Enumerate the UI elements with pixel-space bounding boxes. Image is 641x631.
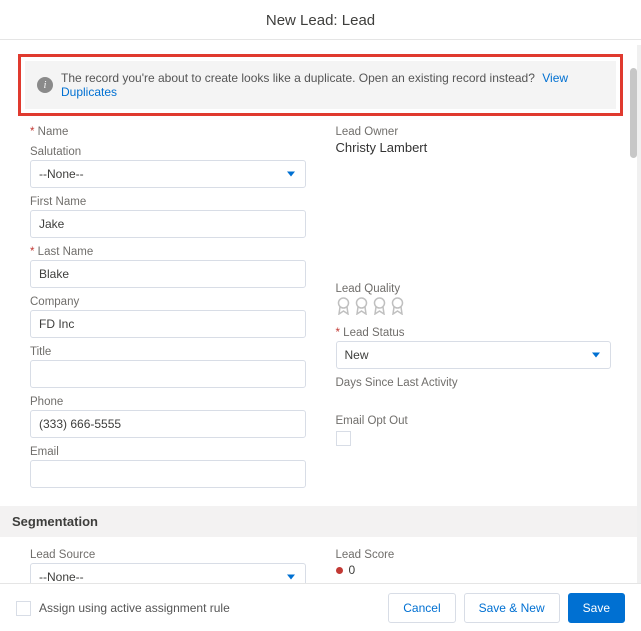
scrollbar-thumb[interactable] — [630, 68, 637, 158]
ribbon-icon — [336, 297, 351, 315]
info-icon: i — [37, 77, 53, 93]
quality-label: Lead Quality — [336, 283, 612, 295]
lead-score-value: 0 — [349, 563, 356, 577]
quality-badges — [336, 297, 612, 315]
lead-source-value: --None-- — [39, 570, 84, 584]
last-name-input[interactable] — [30, 260, 306, 288]
title-input[interactable] — [30, 360, 306, 388]
company-input[interactable] — [30, 310, 306, 338]
save-button[interactable]: Save — [568, 593, 625, 623]
segmentation-header: Segmentation — [0, 506, 641, 537]
first-name-label: First Name — [30, 196, 306, 208]
last-name-label: Last Name — [30, 246, 306, 258]
phone-input[interactable] — [30, 410, 306, 438]
ribbon-icon — [372, 297, 387, 315]
owner-name: Christy Lambert — [336, 140, 612, 155]
ribbon-icon — [354, 297, 369, 315]
owner-label: Lead Owner — [336, 126, 612, 138]
modal-footer: Assign using active assignment rule Canc… — [0, 583, 641, 631]
duplicate-banner: i The record you're about to create look… — [25, 61, 616, 109]
optout-checkbox[interactable] — [336, 431, 351, 446]
email-input[interactable] — [30, 460, 306, 488]
banner-text: The record you're about to create looks … — [61, 71, 604, 99]
lead-score-label: Lead Score — [336, 549, 612, 561]
salutation-select[interactable]: --None-- — [30, 160, 306, 188]
right-column: Lead Owner Christy Lambert Lead Quality … — [336, 126, 612, 496]
banner-message: The record you're about to create looks … — [61, 71, 535, 85]
cancel-button[interactable]: Cancel — [388, 593, 455, 623]
title-label: Title — [30, 346, 306, 358]
ribbon-icon — [390, 297, 405, 315]
left-column: Name Salutation --None-- First Name Last… — [30, 126, 306, 496]
lead-score-value-row: 0 — [336, 563, 612, 577]
duplicate-banner-highlight: i The record you're about to create look… — [18, 54, 623, 116]
lead-source-label: Lead Source — [30, 549, 306, 561]
phone-label: Phone — [30, 396, 306, 408]
salutation-label: Salutation — [30, 146, 306, 158]
status-label: Lead Status — [336, 327, 612, 339]
status-value: New — [345, 348, 369, 362]
first-name-input[interactable] — [30, 210, 306, 238]
form-scroll-area[interactable]: i The record you're about to create look… — [0, 40, 641, 590]
optout-label: Email Opt Out — [336, 415, 612, 427]
scroll-track — [637, 45, 641, 583]
days-label: Days Since Last Activity — [336, 377, 612, 389]
score-dot-icon — [336, 567, 343, 574]
email-label: Email — [30, 446, 306, 458]
status-select[interactable]: New — [336, 341, 612, 369]
assign-checkbox[interactable] — [16, 601, 31, 616]
company-label: Company — [30, 296, 306, 308]
name-label: Name — [30, 126, 306, 138]
modal-title: New Lead: Lead — [0, 0, 641, 40]
save-and-new-button[interactable]: Save & New — [464, 593, 560, 623]
assign-rule-row[interactable]: Assign using active assignment rule — [16, 599, 230, 616]
assign-label: Assign using active assignment rule — [39, 601, 230, 615]
salutation-value: --None-- — [39, 167, 84, 181]
